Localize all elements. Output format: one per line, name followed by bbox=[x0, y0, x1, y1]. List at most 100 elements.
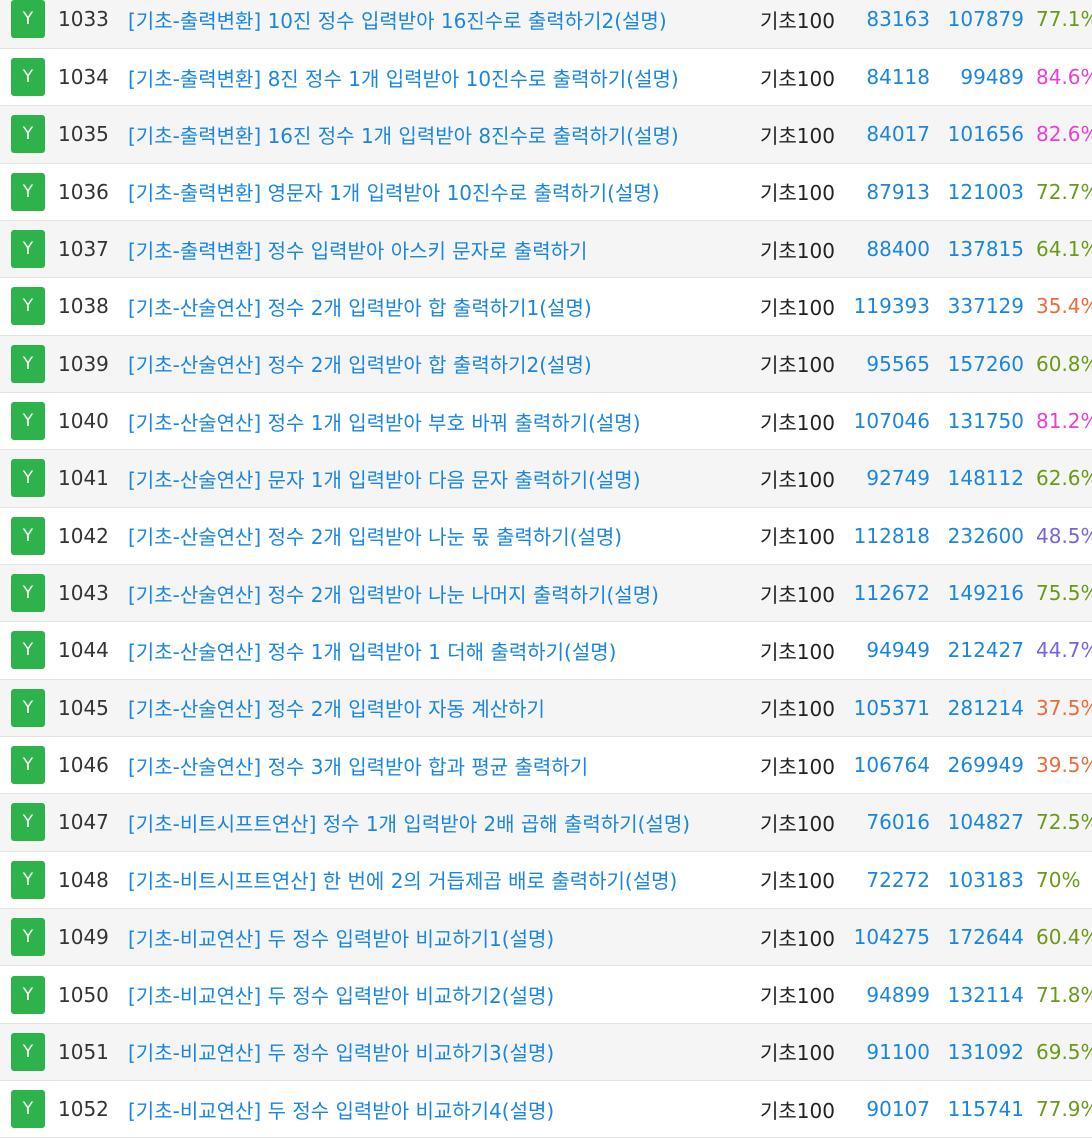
problem-row: Y 1047 [기초-비트시프트연산] 정수 1개 입력받아 2배 곱해 출력하… bbox=[0, 793, 1092, 852]
solved-count-link[interactable]: 105371 bbox=[854, 696, 930, 720]
submit-count-link[interactable]: 107879 bbox=[948, 7, 1024, 31]
solved-status-badge: Y bbox=[11, 287, 45, 326]
problem-title-link[interactable]: [기초-비교연산] 두 정수 입력받아 비교하기1(설명) bbox=[128, 927, 554, 951]
problem-source: 기초100 bbox=[760, 984, 835, 1009]
submit-count-link[interactable]: 103183 bbox=[948, 868, 1024, 892]
solved-count-link[interactable]: 119393 bbox=[854, 294, 930, 318]
submit-count-link[interactable]: 137815 bbox=[948, 237, 1024, 261]
problem-title-link[interactable]: [기초-출력변환] 10진 정수 입력받아 16진수로 출력하기2(설명) bbox=[128, 9, 667, 33]
submit-count-link[interactable]: 99489 bbox=[960, 65, 1024, 89]
submit-count-cell: 101656 bbox=[930, 105, 1024, 164]
problem-title-link[interactable]: [기초-산술연산] 정수 2개 입력받아 나눈 나머지 출력하기(설명) bbox=[128, 583, 659, 607]
problem-title-link[interactable]: [기초-비교연산] 두 정수 입력받아 비교하기2(설명) bbox=[128, 984, 554, 1008]
problem-title-link[interactable]: [기초-비트시프트연산] 정수 1개 입력받아 2배 곱해 출력하기(설명) bbox=[128, 812, 690, 836]
submit-count-link[interactable]: 232600 bbox=[948, 524, 1024, 548]
submit-count-link[interactable]: 101656 bbox=[948, 122, 1024, 146]
solved-count-link[interactable]: 88400 bbox=[866, 237, 930, 261]
accuracy-rate: 77.9% bbox=[1036, 1097, 1092, 1122]
problem-source: 기초100 bbox=[760, 410, 835, 435]
problem-title-cell: [기초-비교연산] 두 정수 입력받아 비교하기3(설명) bbox=[128, 1023, 760, 1082]
solved-count-link[interactable]: 94949 bbox=[866, 638, 930, 662]
problem-title-link[interactable]: [기초-산술연산] 정수 1개 입력받아 1 더해 출력하기(설명) bbox=[128, 640, 616, 664]
submit-count-link[interactable]: 148112 bbox=[948, 466, 1024, 490]
problem-title-link[interactable]: [기초-비교연산] 두 정수 입력받아 비교하기4(설명) bbox=[128, 1099, 554, 1123]
submit-count-cell: 148112 bbox=[930, 449, 1024, 508]
solved-count-link[interactable]: 107046 bbox=[854, 409, 930, 433]
problem-title-link[interactable]: [기초-출력변환] 16진 정수 1개 입력받아 8진수로 출력하기(설명) bbox=[128, 124, 679, 148]
solved-count-cell: 84118 bbox=[846, 48, 930, 107]
problem-title-link[interactable]: [기초-출력변환] 8진 정수 1개 입력받아 10진수로 출력하기(설명) bbox=[128, 67, 679, 91]
source-cell: 기초100 bbox=[760, 335, 846, 393]
problem-title-cell: [기초-비트시프트연산] 한 번에 2의 거듭제곱 배로 출력하기(설명) bbox=[128, 851, 760, 910]
problem-id: 1044 bbox=[58, 638, 109, 663]
submit-count-cell: 131750 bbox=[930, 392, 1024, 451]
solved-status-badge: Y bbox=[11, 516, 45, 555]
problem-title-link[interactable]: [기초-산술연산] 정수 3개 입력받아 합과 평균 출력하기 bbox=[128, 755, 588, 779]
problem-id-cell: 1033 bbox=[50, 0, 128, 49]
source-cell: 기초100 bbox=[760, 0, 846, 49]
problem-id: 1045 bbox=[58, 695, 109, 720]
solved-count-link[interactable]: 83163 bbox=[866, 7, 930, 31]
problem-id: 1041 bbox=[58, 466, 109, 491]
problem-title-link[interactable]: [기초-산술연산] 정수 2개 입력받아 합 출력하기1(설명) bbox=[128, 296, 592, 320]
solved-count-link[interactable]: 76016 bbox=[866, 810, 930, 834]
problem-title-link[interactable]: [기초-산술연산] 정수 1개 입력받아 부호 바꿔 출력하기(설명) bbox=[128, 411, 641, 435]
submit-count-cell: 232600 bbox=[930, 507, 1024, 565]
problem-title-cell: [기초-산술연산] 문자 1개 입력받아 다음 문자 출력하기(설명) bbox=[128, 449, 760, 508]
solved-count-link[interactable]: 104275 bbox=[854, 925, 930, 949]
problem-title-link[interactable]: [기초-산술연산] 정수 2개 입력받아 나눈 몫 출력하기(설명) bbox=[128, 525, 622, 549]
problem-source: 기초100 bbox=[760, 181, 835, 206]
problem-id-cell: 1049 bbox=[50, 908, 128, 967]
submit-count-link[interactable]: 115741 bbox=[948, 1097, 1024, 1121]
accuracy-rate-cell: 64.1% bbox=[1024, 220, 1092, 279]
submit-count-link[interactable]: 212427 bbox=[948, 638, 1024, 662]
solved-count-link[interactable]: 84118 bbox=[866, 65, 930, 89]
submit-count-link[interactable]: 269949 bbox=[948, 753, 1024, 777]
problem-row: Y 1035 [기초-출력변환] 16진 정수 1개 입력받아 8진수로 출력하… bbox=[0, 105, 1092, 164]
accuracy-rate-cell: 37.5% bbox=[1024, 679, 1092, 737]
problem-title-cell: [기초-비트시프트연산] 정수 1개 입력받아 2배 곱해 출력하기(설명) bbox=[128, 793, 760, 852]
problem-title-cell: [기초-비교연산] 두 정수 입력받아 비교하기2(설명) bbox=[128, 965, 760, 1024]
submit-count-link[interactable]: 131750 bbox=[948, 409, 1024, 433]
problem-title-link[interactable]: [기초-출력변환] 영문자 1개 입력받아 10진수로 출력하기(설명) bbox=[128, 181, 660, 205]
submit-count-link[interactable]: 281214 bbox=[948, 696, 1024, 720]
solved-count-link[interactable]: 92749 bbox=[866, 466, 930, 490]
solved-count-link[interactable]: 95565 bbox=[866, 352, 930, 376]
submit-count-link[interactable]: 157260 bbox=[948, 352, 1024, 376]
solved-count-link[interactable]: 112672 bbox=[854, 581, 930, 605]
solved-count-link[interactable]: 106764 bbox=[854, 753, 930, 777]
problem-id: 1039 bbox=[58, 351, 109, 376]
solved-count-link[interactable]: 72272 bbox=[866, 868, 930, 892]
submit-count-link[interactable]: 172644 bbox=[948, 925, 1024, 949]
source-cell: 기초100 bbox=[760, 679, 846, 737]
problem-id-cell: 1037 bbox=[50, 220, 128, 279]
solved-count-link[interactable]: 84017 bbox=[866, 122, 930, 146]
submit-count-link[interactable]: 149216 bbox=[948, 581, 1024, 605]
submit-count-link[interactable]: 132114 bbox=[948, 983, 1024, 1007]
solved-count-link[interactable]: 90107 bbox=[866, 1097, 930, 1121]
source-cell: 기초100 bbox=[760, 736, 846, 795]
submit-count-link[interactable]: 337129 bbox=[948, 294, 1024, 318]
problem-title-link[interactable]: [기초-산술연산] 문자 1개 입력받아 다음 문자 출력하기(설명) bbox=[128, 468, 641, 492]
solved-count-link[interactable]: 91100 bbox=[866, 1040, 930, 1064]
accuracy-rate-cell: 35.4% bbox=[1024, 277, 1092, 336]
solved-count-cell: 94949 bbox=[846, 621, 930, 680]
solved-count-link[interactable]: 87913 bbox=[866, 180, 930, 204]
submit-count-link[interactable]: 121003 bbox=[948, 180, 1024, 204]
submit-count-link[interactable]: 131092 bbox=[948, 1040, 1024, 1064]
problem-id-cell: 1044 bbox=[50, 621, 128, 680]
problem-title-cell: [기초-산술연산] 정수 2개 입력받아 합 출력하기1(설명) bbox=[128, 277, 760, 336]
problem-title-link[interactable]: [기초-산술연산] 정수 2개 입력받아 합 출력하기2(설명) bbox=[128, 353, 592, 377]
submit-count-link[interactable]: 104827 bbox=[948, 810, 1024, 834]
problem-title-link[interactable]: [기초-출력변환] 정수 입력받아 아스키 문자로 출력하기 bbox=[128, 239, 587, 263]
problem-id-cell: 1043 bbox=[50, 564, 128, 623]
status-cell: Y bbox=[0, 0, 50, 49]
solved-status-badge: Y bbox=[11, 58, 45, 97]
submit-count-cell: 121003 bbox=[930, 163, 1024, 221]
problem-title-link[interactable]: [기초-비트시프트연산] 한 번에 2의 거듭제곱 배로 출력하기(설명) bbox=[128, 869, 677, 893]
problem-title-link[interactable]: [기초-비교연산] 두 정수 입력받아 비교하기3(설명) bbox=[128, 1041, 554, 1065]
solved-count-link[interactable]: 94899 bbox=[866, 983, 930, 1007]
problem-row: Y 1044 [기초-산술연산] 정수 1개 입력받아 1 더해 출력하기(설명… bbox=[0, 621, 1092, 680]
problem-title-link[interactable]: [기초-산술연산] 정수 2개 입력받아 자동 계산하기 bbox=[128, 697, 545, 721]
solved-count-link[interactable]: 112818 bbox=[854, 524, 930, 548]
